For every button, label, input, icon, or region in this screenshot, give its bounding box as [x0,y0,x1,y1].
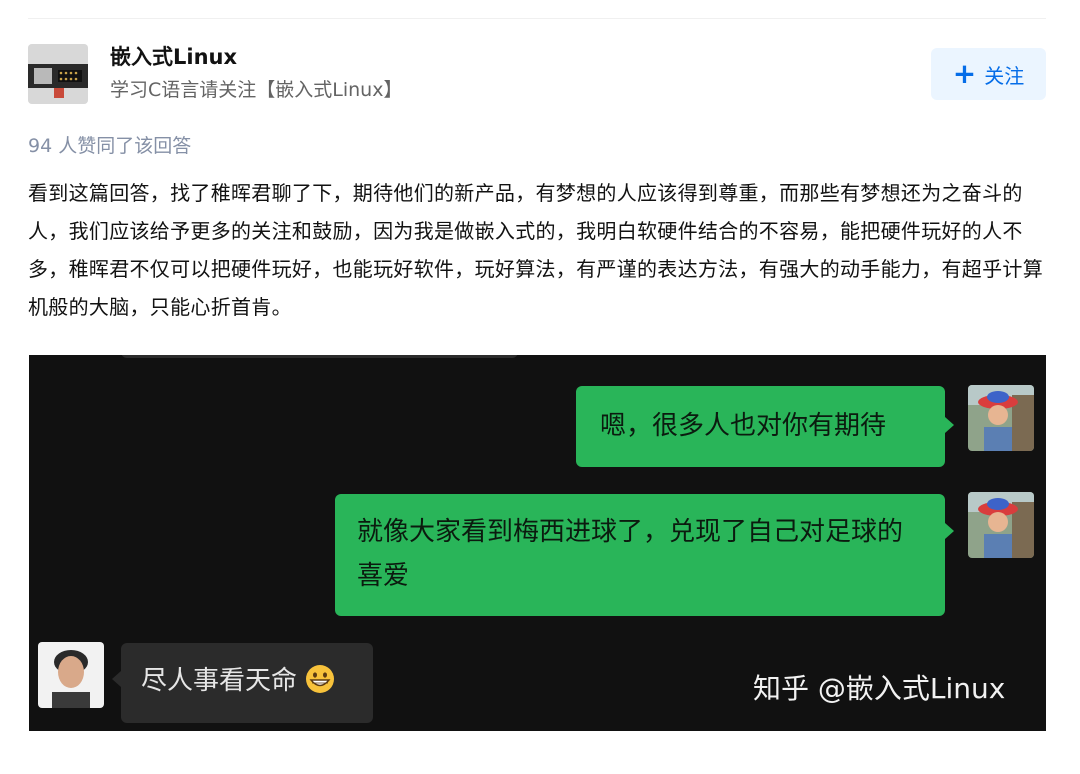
chat-message-sent: 就像大家看到梅西进球了，兑现了自己对足球的喜爱 [335,494,945,616]
chat-previous-bubble [121,355,518,358]
bubble-tail [112,671,121,687]
answer-text: 看到这篇回答，找了稚晖君聊了下，期待他们的新产品，有梦想的人应该得到尊重，而那些… [28,181,1043,319]
chat-message-received: 尽人事看天命 [121,643,373,723]
zhihu-watermark: 知乎 @嵌入式Linux [753,672,1006,705]
bubble-tail [945,523,954,539]
follow-label: 关注 [984,63,1025,88]
author-avatar[interactable] [28,44,88,104]
chat-message-text: 嗯，很多人也对你有期待 [600,411,887,441]
follow-button[interactable]: + 关注 [931,48,1046,100]
author-name[interactable]: 嵌入式Linux [110,44,237,70]
chat-screenshot: 嗯，很多人也对你有期待 就像大家看到梅西进球了，兑现了自己对足球的喜爱 尽人事看… [29,355,1046,731]
chat-message-text: 尽人事看天命 [141,666,298,696]
plus-icon: + [952,57,977,90]
grinning-face-icon [306,665,335,693]
top-divider [28,18,1046,19]
author-bio: 学习C语言请关注【嵌入式Linux】 [110,79,403,101]
bubble-tail [945,417,954,433]
voters-count[interactable]: 94 人赞同了该回答 [28,132,191,160]
author-header: 嵌入式Linux 学习C语言请关注【嵌入式Linux】 + 关注 [28,44,1046,108]
avatar-man-icon [38,642,104,708]
avatar-kid-icon [968,385,1034,451]
chat-message-text: 就像大家看到梅西进球了，兑现了自己对足球的喜爱 [357,517,904,591]
avatar-kid-icon [968,492,1034,558]
chat-message-sent: 嗯，很多人也对你有期待 [576,386,945,467]
